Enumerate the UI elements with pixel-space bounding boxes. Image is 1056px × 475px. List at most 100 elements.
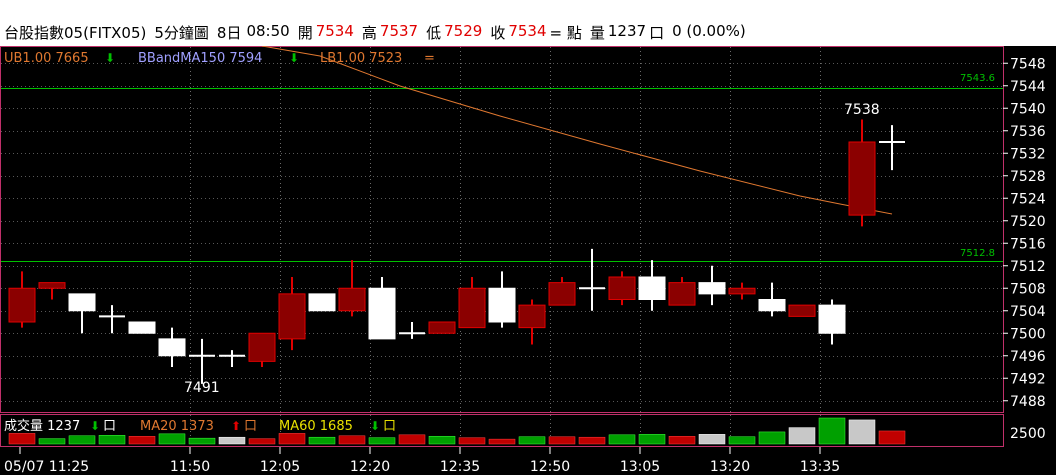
legend-ma20-unit: 口	[244, 419, 257, 434]
candle-body	[788, 304, 816, 317]
candle-body	[278, 293, 306, 340]
candle-body	[608, 276, 636, 300]
volume-bar	[518, 436, 546, 445]
volume-label: 量	[589, 24, 605, 42]
volume-bar	[8, 433, 36, 445]
candle-body	[848, 141, 876, 216]
volume-bar	[758, 431, 786, 445]
volume-bar	[338, 435, 366, 445]
volume-bar	[188, 437, 216, 445]
volume-bar	[128, 435, 156, 445]
y-tick-label: 7520	[1010, 214, 1046, 230]
legend-volume: 成交量 1237	[4, 418, 80, 434]
candle-body	[308, 293, 336, 312]
candle-body	[818, 304, 846, 334]
candles	[8, 119, 905, 384]
level-label-1: 7543.6	[960, 73, 995, 84]
chart-window: 台股指數05(FITX05) 5分鐘圖 8日 08:50 開 7534 高 75…	[0, 0, 1056, 475]
candle-body	[68, 293, 96, 312]
volume-bar	[218, 436, 246, 445]
volume-bar	[308, 436, 336, 445]
legend-bbma: BBandMA150 7594	[138, 51, 262, 66]
bband-line	[261, 46, 893, 215]
legend-ma20: MA20 1373	[140, 419, 214, 434]
candle-body	[548, 282, 576, 306]
low-annotation: 7491	[184, 380, 220, 396]
volume-bar	[668, 435, 696, 445]
candle-body	[728, 287, 756, 295]
x-tick-label: 12:50	[530, 459, 570, 475]
x-tick-label: 13:20	[710, 459, 750, 475]
candle-body	[698, 282, 726, 295]
volume-bar	[428, 435, 456, 445]
x-tick-label: 11:50	[170, 459, 210, 475]
legend-lb-eq: =	[424, 51, 435, 66]
price-axis: 7548 7544 7540 7536 7532 7528 7524 7520 7516 7512…	[1003, 56, 1046, 442]
y-tick-label: 7504	[1010, 304, 1046, 320]
y-tick-label: 7548	[1010, 56, 1046, 72]
volume-tick-label: 2500	[1010, 426, 1046, 442]
volume-bar	[548, 436, 576, 445]
volume-bar	[608, 434, 636, 445]
high-label: 高	[361, 24, 377, 42]
price-chart[interactable]: 7548 7544 7540 7536 7532 7528 7524 7520 7516 7512…	[0, 46, 1056, 475]
interval-label: 5分鐘圖	[154, 24, 209, 42]
volume-bar	[488, 438, 516, 445]
volume-bar	[158, 433, 186, 445]
change-value: = 點	[549, 24, 582, 42]
volume-bar	[818, 417, 846, 445]
x-tick-label: 12:20	[350, 459, 390, 475]
candle-body	[8, 287, 36, 323]
volume-bar	[848, 419, 876, 445]
candle-body	[458, 287, 486, 329]
low-label: 低	[426, 24, 442, 42]
legend-ma60-unit: 口	[383, 419, 396, 434]
y-tick-label: 7508	[1010, 281, 1046, 297]
volume-bar	[878, 430, 906, 445]
candle-body	[38, 282, 66, 289]
candle-body	[668, 282, 696, 306]
candle-body	[638, 276, 666, 300]
volume-bar	[68, 435, 96, 445]
close-label: 收	[490, 24, 506, 42]
legend-volume-arrow: ⬇	[90, 419, 100, 433]
date-label: 8日	[216, 24, 242, 42]
volume-bar	[38, 438, 66, 445]
x-tick-label: 13:35	[800, 459, 840, 475]
candle-body	[368, 287, 396, 340]
y-tick-label: 7516	[1010, 236, 1046, 252]
bollinger-line	[261, 46, 893, 215]
level-label-2: 7512.8	[960, 248, 995, 259]
volume-bar	[278, 433, 306, 445]
volume-bar	[788, 427, 816, 445]
time-axis: 05/07 11:25 11:50 12:05 12:20 12:35 12:50 13:0…	[4, 447, 840, 475]
x-tick-label: 05/07 11:25	[4, 459, 89, 475]
legend-ub-arrow: ⬇	[105, 51, 115, 65]
volume-bar	[638, 434, 666, 445]
y-tick-label: 7540	[1010, 101, 1046, 117]
legend-ub: UB1.00 7665	[4, 51, 89, 66]
volume-unit: 口	[649, 24, 665, 42]
change-percent: 0 (0.00%)	[672, 22, 746, 40]
open-label: 開	[297, 24, 313, 42]
legend-bbma-arrow: ⬇	[289, 51, 299, 65]
y-tick-label: 7488	[1010, 394, 1046, 410]
high-value: 7537	[379, 22, 419, 40]
y-tick-label: 7492	[1010, 371, 1046, 387]
y-tick-label: 7536	[1010, 124, 1046, 140]
open-value: 7534	[315, 22, 354, 40]
volume-bar	[248, 438, 276, 445]
y-tick-label: 7544	[1010, 79, 1046, 95]
y-tick-label: 7496	[1010, 349, 1046, 365]
volume-bar	[398, 434, 426, 445]
y-tick-label: 7512	[1010, 259, 1046, 275]
candle-body	[248, 332, 276, 362]
candle-body	[758, 299, 786, 312]
candle-body	[428, 321, 456, 334]
y-tick-label: 7500	[1010, 326, 1046, 342]
candle-body	[518, 304, 546, 329]
legend-ma60: MA60 1685	[279, 419, 353, 434]
volume-bar	[578, 436, 606, 445]
high-annotation: 7538	[844, 102, 880, 118]
legend-ma20-arrow: ⬆	[231, 419, 241, 433]
